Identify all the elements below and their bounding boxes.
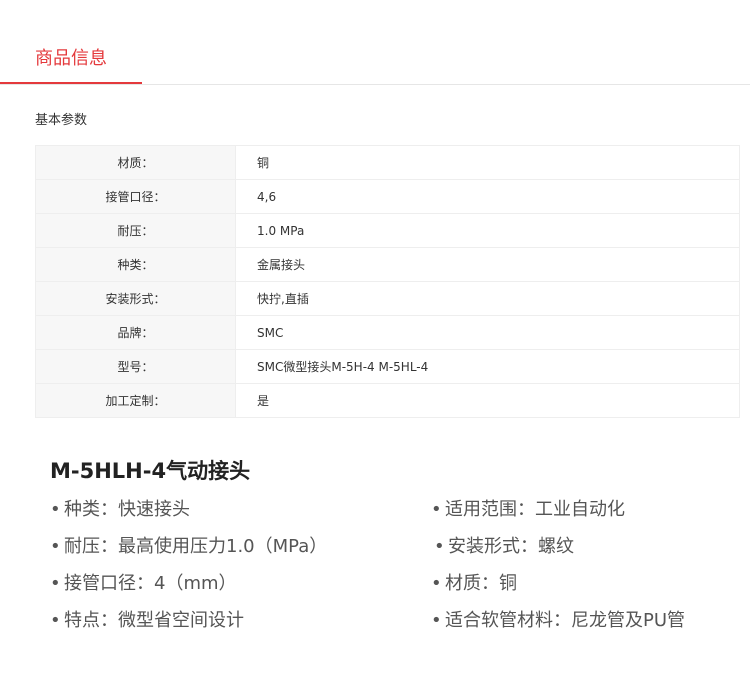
feature-item: • 耐压：最高使用压力1.0（MPa） <box>50 529 327 565</box>
section-title-basic-params: 基本参数 <box>35 113 88 128</box>
param-value: 是 <box>235 383 740 418</box>
param-value: 4,6 <box>235 179 740 214</box>
product-detail-page: 商品信息 基本参数 材质： 铜 接管口径： 4,6 耐压： 1.0 MPa 种类… <box>0 0 750 673</box>
feature-text: 材质：铜 <box>445 573 517 594</box>
table-row: 品牌： SMC <box>35 315 740 350</box>
feature-text: 安装形式：螺纹 <box>448 536 574 557</box>
param-label: 种类： <box>35 247 236 282</box>
bullet-icon: • <box>431 610 442 631</box>
table-row: 耐压： 1.0 MPa <box>35 213 740 248</box>
product-title: M-5HLH-4气动接头 <box>50 459 251 483</box>
feature-text: 耐压：最高使用压力1.0（MPa） <box>64 536 328 557</box>
bullet-icon: • <box>50 573 61 594</box>
params-table: 材质： 铜 接管口径： 4,6 耐压： 1.0 MPa 种类： 金属接头 安装形… <box>35 145 740 418</box>
bullet-icon: • <box>50 610 61 631</box>
feature-text: 种类：快速接头 <box>64 499 190 520</box>
feature-list: • 种类：快速接头 • 耐压：最高使用压力1.0（MPa） • 接管口径：4（mm） … <box>0 490 750 650</box>
param-label: 材质： <box>35 145 236 180</box>
table-row: 加工定制： 是 <box>35 383 740 418</box>
feature-item: • 特点：微型省空间设计 <box>50 603 244 639</box>
feature-text: 接管口径：4（mm） <box>64 573 237 594</box>
feature-text: 适合软管材料：尼龙管及PU管 <box>445 610 686 631</box>
tab-bar: 商品信息 <box>0 0 750 85</box>
feature-item: • 种类：快速接头 <box>50 492 190 528</box>
param-value: 金属接头 <box>235 247 740 282</box>
bullet-icon: • <box>434 536 445 557</box>
param-value: 铜 <box>235 145 740 180</box>
bullet-icon: • <box>431 499 442 520</box>
param-label: 品牌： <box>35 315 236 350</box>
tab-product-info-label[interactable]: 商品信息 <box>35 47 107 71</box>
feature-item: • 适合软管材料：尼龙管及PU管 <box>431 603 685 639</box>
feature-item: • 材质：铜 <box>431 566 517 602</box>
feature-item: • 接管口径：4（mm） <box>50 566 237 602</box>
bullet-icon: • <box>50 499 61 520</box>
table-row: 材质： 铜 <box>35 145 740 180</box>
param-value: 1.0 MPa <box>235 213 740 248</box>
param-value: 快拧,直插 <box>235 281 740 316</box>
table-row: 型号： SMC微型接头M-5H-4 M-5HL-4 <box>35 349 740 384</box>
table-row: 接管口径： 4,6 <box>35 179 740 214</box>
param-value: SMC微型接头M-5H-4 M-5HL-4 <box>235 349 740 384</box>
param-label: 安装形式： <box>35 281 236 316</box>
bullet-icon: • <box>431 573 442 594</box>
table-row: 安装形式： 快拧,直插 <box>35 281 740 316</box>
feature-text: 适用范围：工业自动化 <box>445 499 625 520</box>
param-label: 加工定制： <box>35 383 236 418</box>
tab-product-info[interactable]: 商品信息 <box>0 0 142 84</box>
param-value: SMC <box>235 315 740 350</box>
table-row: 种类： 金属接头 <box>35 247 740 282</box>
bullet-icon: • <box>50 536 61 557</box>
feature-text: 特点：微型省空间设计 <box>64 610 244 631</box>
feature-item: • 适用范围：工业自动化 <box>431 492 625 528</box>
param-label: 型号： <box>35 349 236 384</box>
param-label: 耐压： <box>35 213 236 248</box>
param-label: 接管口径： <box>35 179 236 214</box>
feature-item: • 安装形式：螺纹 <box>434 529 574 565</box>
